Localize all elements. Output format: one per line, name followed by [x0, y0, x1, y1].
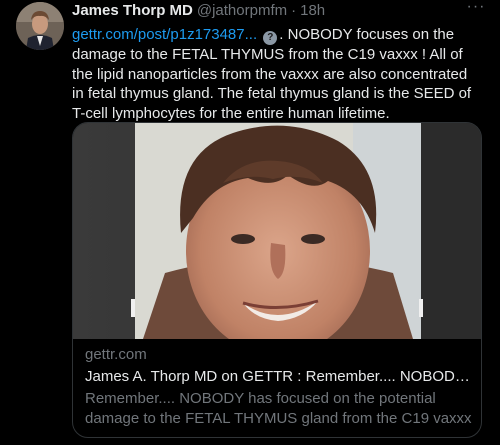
card-domain: gettr.com [85, 346, 147, 363]
card-title[interactable]: James A. Thorp MD on GETTR : Remember...… [85, 367, 473, 387]
author-name[interactable]: James Thorp MD [72, 2, 193, 19]
tweet-text: gettr.com/post/p1z173487... ?. NOBODY fo… [72, 25, 477, 123]
card-photo-image [73, 123, 481, 339]
avatar-portrait-icon [16, 2, 64, 50]
card-meta: gettr.com James A. Thorp MD on GETTR : R… [85, 345, 473, 429]
author-handle[interactable]: @jathorpmfm [197, 2, 287, 19]
tweet-link[interactable]: gettr.com/post/p1z173487... [72, 26, 257, 43]
more-options-icon[interactable]: ··· [466, 0, 486, 20]
tweet-timestamp[interactable]: 18h [300, 2, 325, 19]
tweet[interactable]: James Thorp MD @jathorpmfm · 18h ··· get… [0, 0, 500, 445]
avatar[interactable] [16, 2, 64, 50]
tweet-header: James Thorp MD @jathorpmfm · 18h [72, 2, 325, 22]
question-emoji-icon: ? [263, 31, 278, 45]
header-separator: · [291, 2, 297, 19]
card-description: Remember.... NOBODY has focused on the p… [85, 390, 472, 427]
link-preview-card[interactable]: gettr.com James A. Thorp MD on GETTR : R… [72, 122, 482, 438]
card-image[interactable] [73, 123, 481, 339]
